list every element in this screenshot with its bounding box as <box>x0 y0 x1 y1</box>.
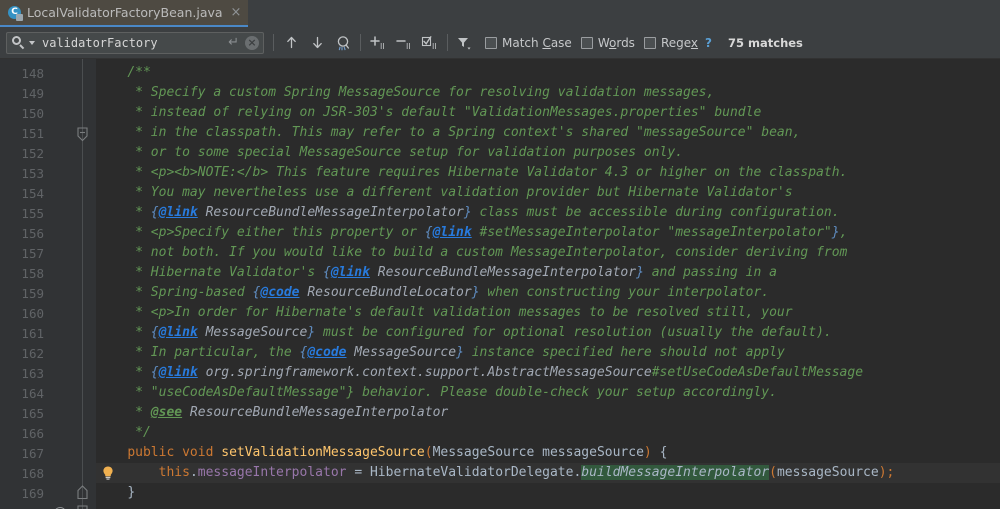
search-field[interactable]: ↵ × <box>6 31 264 54</box>
code-line[interactable]: * <p>Specify either this property or {@l… <box>96 223 847 243</box>
svg-text:II: II <box>380 42 385 51</box>
close-icon[interactable]: × <box>228 6 242 19</box>
code-line[interactable]: * In particular, the {@code MessageSourc… <box>96 343 785 363</box>
code-line[interactable]: * or to some special MessageSource setup… <box>96 143 683 163</box>
line-number: 161 <box>21 326 44 341</box>
code-line[interactable]: public void setValidationMessageSource(M… <box>96 443 667 463</box>
line-number: 164 <box>21 386 44 401</box>
line-number: 159 <box>21 286 44 301</box>
enter-icon[interactable]: ↵ <box>225 35 242 50</box>
editor-tab-label: LocalValidatorFactoryBean.java <box>27 5 223 20</box>
fold-collapse-icon[interactable] <box>75 505 90 509</box>
line-number: 153 <box>21 166 44 181</box>
regex-label: Regex <box>660 35 699 50</box>
regex-checkbox[interactable] <box>643 36 656 49</box>
code-line[interactable]: * {@link ResourceBundleMessageInterpolat… <box>96 203 839 223</box>
toolbar-separator <box>360 34 361 51</box>
annotation-marker-icon[interactable]: @ <box>52 505 68 509</box>
clear-search-icon[interactable]: × <box>245 35 259 50</box>
code-line[interactable]: * {@link org.springframework.context.sup… <box>96 363 863 383</box>
svg-text:II: II <box>406 42 411 51</box>
search-input[interactable] <box>38 35 223 50</box>
code-line[interactable]: } <box>96 483 135 503</box>
code-line[interactable]: * in the classpath. This may refer to a … <box>96 123 800 143</box>
code-line[interactable]: * not both. If you would like to build a… <box>96 243 847 263</box>
select-all-occurrences-button[interactable]: II <box>417 30 443 56</box>
line-number: 155 <box>21 206 44 221</box>
words-label: Words <box>597 35 635 50</box>
editor-tab-bar: C LocalValidatorFactoryBean.java × <box>0 0 1000 27</box>
line-number: 169 <box>21 486 44 501</box>
line-number: 163 <box>21 366 44 381</box>
regex-help-icon[interactable]: ? <box>705 36 712 50</box>
fold-collapse-icon[interactable] <box>75 127 90 142</box>
filter-search-results-button[interactable] <box>452 30 476 56</box>
words-checkbox[interactable] <box>580 36 593 49</box>
line-number: 165 <box>21 406 44 421</box>
chevron-down-icon[interactable] <box>29 40 35 45</box>
find-toolbar: ↵ × II II II <box>0 27 1000 59</box>
match-case-label: Match Case <box>502 35 572 50</box>
line-number: 168 <box>21 466 44 481</box>
match-count-label: 75 matches <box>728 35 803 50</box>
line-number: 150 <box>21 106 44 121</box>
line-number: 148 <box>21 66 44 81</box>
code-editor[interactable]: 148 149 150 151 152 153 154 155 156 157 158 159 160 1… <box>0 59 1000 509</box>
line-number: 149 <box>21 86 44 101</box>
line-number: 160 <box>21 306 44 321</box>
line-number: 167 <box>21 446 44 461</box>
toolbar-separator <box>447 34 448 51</box>
find-all-button[interactable] <box>330 30 356 56</box>
code-line[interactable]: * <p><b>NOTE:</b> This feature requires … <box>96 163 847 183</box>
code-line[interactable]: * Specify a custom Spring MessageSource … <box>96 83 714 103</box>
add-selection-next-occurrence-button[interactable]: II <box>365 30 391 56</box>
editor-tab[interactable]: C LocalValidatorFactoryBean.java × <box>0 0 249 27</box>
line-number: 154 <box>21 186 44 201</box>
line-number: 156 <box>21 226 44 241</box>
java-class-icon: C <box>8 5 23 21</box>
words-option[interactable]: Words <box>580 35 635 50</box>
remove-occurrence-button[interactable]: II <box>391 30 417 56</box>
line-number: 162 <box>21 346 44 361</box>
toolbar-separator <box>273 34 274 51</box>
editor-gutter[interactable]: 148 149 150 151 152 153 154 155 156 157 158 159 160 1… <box>0 59 96 509</box>
code-line[interactable]: * Hibernate Validator's {@link ResourceB… <box>96 263 777 283</box>
code-line[interactable]: this.messageInterpolator = HibernateVali… <box>96 463 894 483</box>
match-case-option[interactable]: Match Case <box>485 36 572 50</box>
fold-expand-icon[interactable] <box>75 485 90 500</box>
code-line[interactable]: * You may nevertheless use a different v… <box>96 183 792 203</box>
svg-text:II: II <box>432 42 437 51</box>
code-line[interactable]: * Spring-based {@code ResourceBundleLoca… <box>96 283 769 303</box>
match-case-checkbox[interactable] <box>485 36 497 49</box>
code-content[interactable]: /** * Specify a custom Spring MessageSou… <box>96 59 1000 509</box>
code-line[interactable]: /** <box>96 63 150 83</box>
code-line[interactable]: */ <box>96 423 151 443</box>
find-previous-button[interactable] <box>278 30 304 56</box>
search-icon[interactable] <box>12 36 25 50</box>
line-number: 158 <box>21 266 44 281</box>
code-line[interactable]: * <p>In order for Hibernate's default va… <box>96 303 792 323</box>
java-class-icon-lock <box>16 13 23 21</box>
code-line[interactable]: * @see ResourceBundleMessageInterpolator <box>96 403 448 423</box>
line-number: 157 <box>21 246 44 261</box>
line-number: 166 <box>21 426 44 441</box>
find-next-button[interactable] <box>304 30 330 56</box>
code-line[interactable]: * "useCodeAsDefaultMessage"} behavior. P… <box>96 383 777 403</box>
line-number: 152 <box>21 146 44 161</box>
code-line[interactable]: * {@link MessageSource} must be configur… <box>96 323 832 343</box>
regex-option[interactable]: Regex <box>643 35 699 50</box>
line-number: 151 <box>21 126 44 141</box>
code-line[interactable]: * instead of relying on JSR-303's defaul… <box>96 103 761 123</box>
